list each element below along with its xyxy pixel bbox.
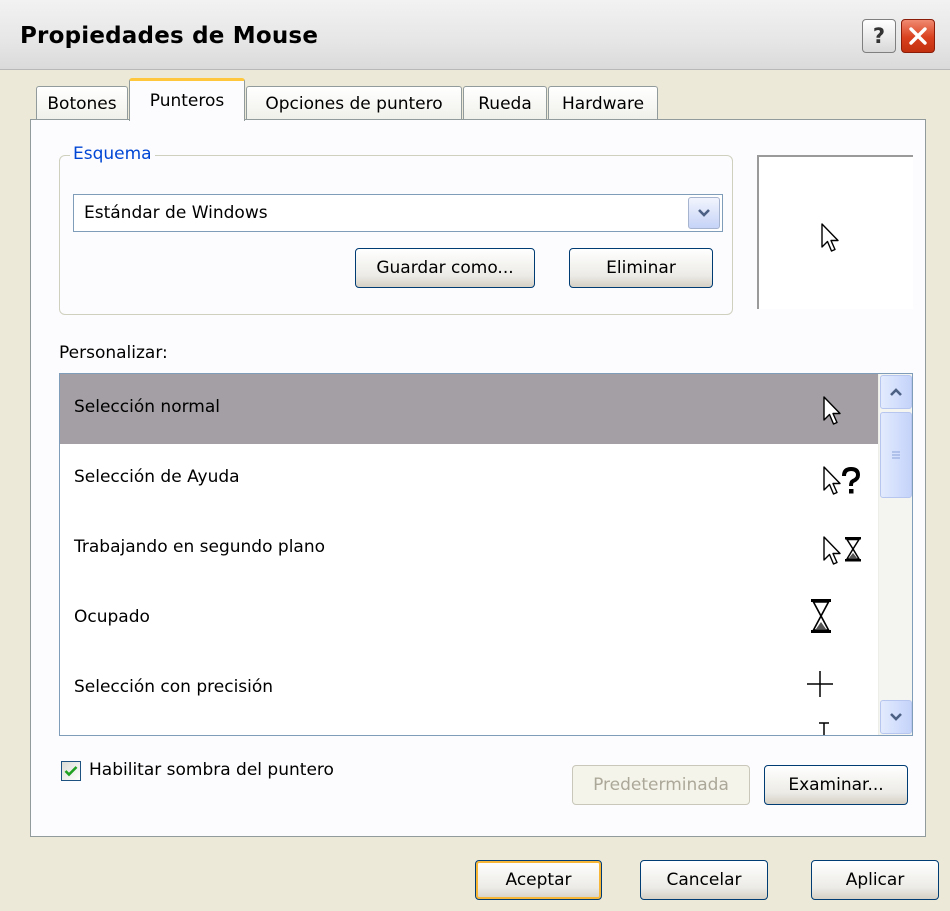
chevron-up-icon bbox=[890, 388, 902, 396]
browse-label: Examinar... bbox=[788, 775, 884, 795]
tab-opciones-label: Opciones de puntero bbox=[265, 93, 443, 114]
checkmark-icon bbox=[64, 766, 78, 777]
scheme-dropdown-button[interactable] bbox=[688, 197, 720, 229]
working-cursor-icon bbox=[823, 536, 861, 565]
grip-icon bbox=[892, 451, 900, 459]
list-item-seleccion-con-precision[interactable]: Selección con precisión bbox=[60, 654, 878, 724]
tab-punteros-label: Punteros bbox=[149, 91, 225, 111]
close-button[interactable] bbox=[901, 19, 935, 53]
list-scrollbar[interactable] bbox=[878, 374, 912, 735]
list-item-seleccion-normal[interactable]: Selección normal bbox=[60, 374, 878, 444]
scroll-down-button[interactable] bbox=[880, 700, 912, 734]
ok-button[interactable]: Aceptar bbox=[475, 860, 602, 900]
tab-botones[interactable]: Botones bbox=[36, 86, 128, 120]
help-cursor-icon bbox=[823, 466, 861, 495]
tab-panel: Esquema Estándar de Windows Guardar como… bbox=[30, 119, 926, 837]
cancel-label: Cancelar bbox=[666, 870, 742, 890]
tab-opciones-de-puntero[interactable]: Opciones de puntero bbox=[246, 86, 462, 120]
save-as-button[interactable]: Guardar como... bbox=[355, 248, 535, 288]
delete-button[interactable]: Eliminar bbox=[569, 248, 713, 288]
hourglass-icon bbox=[811, 599, 831, 633]
arrow-cursor-icon bbox=[821, 223, 839, 252]
ok-label: Aceptar bbox=[505, 870, 572, 890]
list-item-label: Selección normal bbox=[74, 397, 220, 417]
cancel-button[interactable]: Cancelar bbox=[640, 860, 768, 900]
pointer-preview bbox=[757, 155, 913, 309]
list-item-ocupado[interactable]: Ocupado bbox=[60, 584, 878, 654]
save-as-label: Guardar como... bbox=[376, 258, 514, 278]
list-item-label: Ocupado bbox=[74, 607, 150, 627]
tab-punteros[interactable]: Punteros bbox=[129, 78, 245, 121]
shadow-checkbox-label: Habilitar sombra del puntero bbox=[89, 760, 334, 780]
title-bar: Propiedades de Mouse ? bbox=[0, 0, 950, 70]
list-item-label: Selección con precisión bbox=[74, 677, 274, 697]
scheme-group-label: Esquema bbox=[70, 144, 155, 164]
list-item-partial[interactable] bbox=[60, 722, 878, 735]
list-item-label: Trabajando en segundo plano bbox=[74, 537, 326, 557]
window-title: Propiedades de Mouse bbox=[20, 23, 319, 49]
scheme-select[interactable]: Estándar de Windows bbox=[73, 194, 723, 232]
default-label: Predeterminada bbox=[593, 775, 729, 795]
tab-hardware-label: Hardware bbox=[561, 93, 645, 114]
scroll-up-button[interactable] bbox=[880, 375, 912, 409]
chevron-down-icon bbox=[698, 209, 710, 217]
arrow-cursor-icon bbox=[823, 396, 841, 425]
tab-rueda-label: Rueda bbox=[478, 93, 532, 114]
apply-button[interactable]: Aplicar bbox=[811, 860, 939, 900]
scheme-selected-value: Estándar de Windows bbox=[84, 203, 268, 223]
browse-button[interactable]: Examinar... bbox=[764, 765, 908, 805]
help-icon: ? bbox=[872, 24, 886, 48]
text-select-icon bbox=[819, 722, 829, 735]
tab-rueda[interactable]: Rueda bbox=[463, 86, 547, 120]
close-icon bbox=[909, 27, 927, 45]
help-button[interactable]: ? bbox=[862, 19, 896, 53]
delete-label: Eliminar bbox=[606, 258, 676, 278]
tab-hardware[interactable]: Hardware bbox=[548, 86, 658, 120]
apply-label: Aplicar bbox=[845, 870, 905, 890]
shadow-checkbox[interactable] bbox=[61, 761, 81, 781]
scroll-thumb[interactable] bbox=[880, 412, 912, 498]
list-item-label: Selección de Ayuda bbox=[74, 467, 240, 487]
scheme-groupbox: Esquema Estándar de Windows Guardar como… bbox=[59, 144, 733, 315]
list-item-seleccion-de-ayuda[interactable]: Selección de Ayuda bbox=[60, 444, 878, 514]
crosshair-icon bbox=[807, 671, 833, 697]
customize-label: Personalizar: bbox=[59, 343, 168, 363]
list-item-trabajando-en-segundo-plano[interactable]: Trabajando en segundo plano bbox=[60, 514, 878, 584]
chevron-down-icon bbox=[890, 713, 902, 721]
default-button[interactable]: Predeterminada bbox=[572, 765, 750, 805]
tab-botones-label: Botones bbox=[47, 93, 117, 114]
cursor-list[interactable]: Selección normal Selección de Ayuda Trab… bbox=[59, 373, 913, 736]
